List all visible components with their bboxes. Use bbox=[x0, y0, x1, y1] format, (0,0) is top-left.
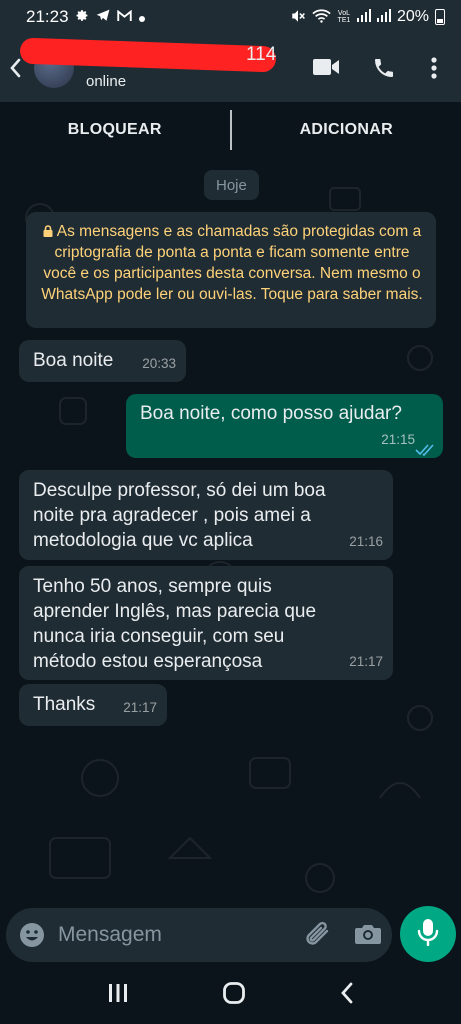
battery-icon bbox=[435, 9, 445, 25]
lock-icon bbox=[43, 222, 53, 237]
volte-icon: VoLTE1 bbox=[337, 10, 351, 24]
message-input[interactable] bbox=[58, 920, 278, 950]
whatsapp-chat-screen: 21:23 VoLTE1 20% 114 online BLOQUEAR ADI… bbox=[0, 0, 461, 1024]
message-incoming[interactable]: Desculpe professor, só dei um boa noite … bbox=[19, 470, 393, 560]
contact-name[interactable]: 114 bbox=[246, 44, 276, 66]
battery-percent: 20% bbox=[396, 8, 429, 25]
encryption-notice[interactable]: As mensagens e as chamadas são protegida… bbox=[26, 212, 436, 328]
add-contact-button[interactable]: ADICIONAR bbox=[232, 121, 461, 139]
phone-icon[interactable] bbox=[372, 56, 396, 85]
status-time: 21:23 bbox=[26, 7, 69, 26]
block-button[interactable]: BLOQUEAR bbox=[0, 121, 230, 139]
double-check-icon bbox=[415, 438, 435, 457]
message-time: 20:33 bbox=[142, 356, 176, 371]
message-time: 21:17 bbox=[349, 654, 383, 669]
gmail-icon bbox=[116, 9, 132, 25]
contact-status: online bbox=[86, 73, 127, 90]
status-right: VoLTE1 20% bbox=[290, 8, 445, 26]
back-nav-icon[interactable] bbox=[340, 982, 354, 1009]
microphone-icon bbox=[417, 918, 439, 951]
recents-icon[interactable] bbox=[107, 983, 129, 1008]
message-outgoing[interactable]: Boa noite, como posso ajudar? 21:15 bbox=[126, 394, 443, 458]
camera-icon[interactable] bbox=[354, 922, 382, 951]
chat-header[interactable]: 114 online bbox=[0, 34, 461, 102]
date-chip: Hoje bbox=[204, 170, 259, 200]
message-text: Tenho 50 anos, sempre quis aprender Ingl… bbox=[33, 576, 317, 672]
status-left: 21:23 bbox=[26, 7, 145, 27]
action-divider bbox=[229, 110, 232, 150]
home-icon[interactable] bbox=[222, 981, 246, 1010]
gear-icon bbox=[76, 9, 89, 25]
back-icon[interactable] bbox=[8, 56, 22, 80]
unknown-contact-actions: BLOQUEAR ADICIONAR bbox=[0, 102, 461, 158]
voice-message-button[interactable] bbox=[400, 906, 456, 962]
signal-icon bbox=[376, 9, 391, 25]
message-time: 21:17 bbox=[123, 700, 157, 715]
message-time: 21:15 bbox=[381, 432, 415, 447]
signal-icon bbox=[356, 9, 371, 25]
message-list[interactable]: Hoje As mensagens e as chamadas são prot… bbox=[0, 158, 461, 910]
telegram-icon bbox=[96, 9, 110, 25]
status-bar: 21:23 VoLTE1 20% bbox=[0, 0, 461, 34]
system-nav-bar bbox=[0, 966, 461, 1024]
dot-icon bbox=[138, 10, 145, 25]
more-vert-icon[interactable] bbox=[430, 56, 438, 85]
attach-icon[interactable] bbox=[303, 921, 333, 954]
message-time: 21:16 bbox=[349, 534, 383, 549]
message-text: Boa noite, como posso ajudar? bbox=[140, 403, 402, 424]
message-incoming[interactable]: Tenho 50 anos, sempre quis aprender Ingl… bbox=[19, 566, 393, 680]
video-call-icon[interactable] bbox=[312, 56, 340, 83]
message-incoming[interactable]: Thanks 21:17 bbox=[19, 684, 167, 726]
wifi-icon bbox=[312, 8, 331, 26]
message-incoming[interactable]: Boa noite 20:33 bbox=[19, 340, 186, 382]
message-composer bbox=[6, 908, 392, 962]
message-text: Desculpe professor, só dei um boa noite … bbox=[33, 480, 326, 551]
mute-icon bbox=[290, 9, 306, 26]
encryption-notice-text: As mensagens e as chamadas são protegida… bbox=[41, 223, 423, 303]
emoji-icon[interactable] bbox=[18, 921, 46, 954]
